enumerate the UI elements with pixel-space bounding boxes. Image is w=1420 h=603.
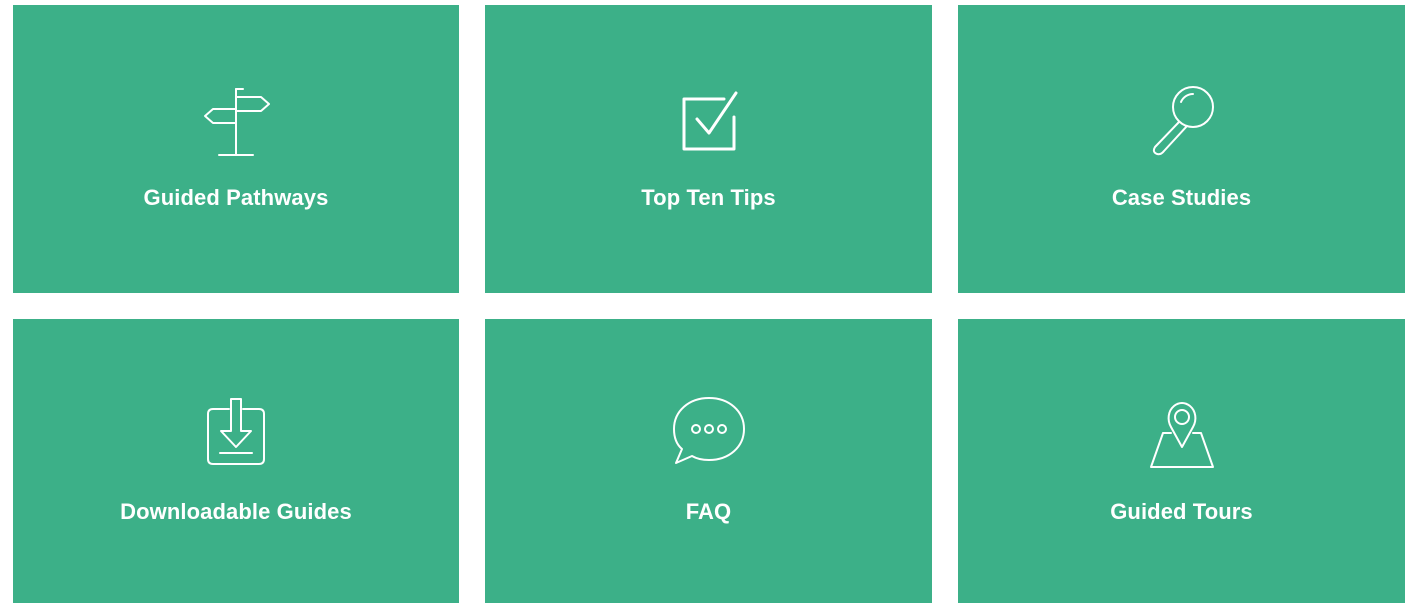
tile-guided-pathways[interactable]: Guided Pathways bbox=[13, 5, 459, 293]
tile-label: Top Ten Tips bbox=[641, 185, 776, 210]
tile-label: Case Studies bbox=[1111, 185, 1252, 210]
signpost-icon bbox=[191, 77, 281, 167]
tile-label: FAQ bbox=[685, 499, 732, 524]
checkbox-checked-icon bbox=[664, 77, 754, 167]
magnifying-glass-icon bbox=[1137, 77, 1227, 167]
download-icon bbox=[191, 389, 281, 479]
chat-bubble-icon bbox=[664, 389, 754, 479]
tile-guided-tours[interactable]: Guided Tours bbox=[958, 319, 1405, 603]
tile-label: Downloadable Guides bbox=[120, 499, 352, 524]
tile-downloadable-guides[interactable]: Downloadable Guides bbox=[13, 319, 459, 603]
tile-top-ten-tips[interactable]: Top Ten Tips bbox=[485, 5, 932, 293]
map-pin-icon bbox=[1137, 389, 1227, 479]
tile-faq[interactable]: FAQ bbox=[485, 319, 932, 603]
tile-label: Guided Tours bbox=[1110, 499, 1253, 524]
tile-label: Guided Pathways bbox=[143, 185, 329, 210]
tile-case-studies[interactable]: Case Studies bbox=[958, 5, 1405, 293]
